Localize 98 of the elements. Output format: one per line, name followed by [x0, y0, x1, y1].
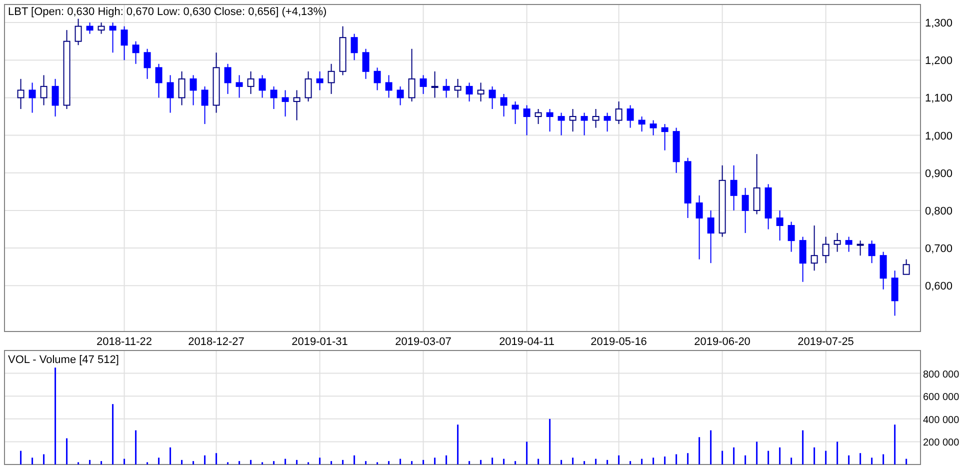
candlestick	[431, 70, 438, 98]
candlestick	[868, 240, 876, 264]
candlestick	[696, 194, 703, 260]
candlestick	[201, 86, 208, 125]
candlestick	[293, 90, 300, 121]
axis-label: 2019-03-07	[395, 336, 452, 346]
candlestick	[120, 26, 128, 61]
axis-label: 2018-12-27	[188, 336, 244, 346]
candlestick	[546, 108, 554, 132]
candlestick	[178, 70, 186, 106]
candlestick	[408, 48, 416, 102]
candlestick	[52, 78, 59, 117]
candlestick	[316, 70, 324, 91]
candlestick	[40, 74, 48, 106]
candlestick	[764, 184, 772, 230]
candlestick	[155, 63, 162, 98]
candlestick	[442, 78, 450, 98]
candlestick	[86, 22, 94, 34]
axis-label: 2019-06-20	[694, 336, 750, 346]
candlestick	[512, 100, 519, 125]
candlestick	[396, 86, 404, 106]
candlestick	[74, 18, 82, 46]
candlestick	[454, 78, 462, 98]
candlestick	[98, 22, 105, 34]
candlestick	[776, 210, 784, 242]
axis-label: 1,300	[925, 18, 953, 30]
candlestick	[615, 100, 622, 125]
candlestick	[902, 258, 910, 275]
chart-title: VOL - Volume [47 512]	[8, 354, 119, 366]
axis-label: 1,100	[925, 92, 953, 105]
candlestick	[420, 74, 427, 94]
axis-label: 2019-05-16	[590, 336, 647, 346]
candlestick	[672, 127, 680, 174]
candlestick	[845, 236, 852, 252]
axis-label: 1,200	[925, 55, 953, 68]
axis-label: 0,600	[925, 280, 953, 293]
candlestick	[362, 48, 370, 80]
candlestick	[730, 164, 738, 211]
candlestick	[247, 70, 254, 94]
candlestick	[258, 74, 266, 98]
axis-label: 800 000	[923, 369, 960, 380]
candlestick	[822, 236, 830, 264]
candlestick	[190, 74, 197, 106]
candlestick	[488, 86, 496, 110]
candlestick	[580, 112, 588, 136]
axis-label: 2019-07-25	[798, 336, 854, 346]
candlestick	[212, 52, 220, 114]
axis-label: 600 000	[923, 392, 960, 404]
candlestick	[650, 120, 657, 136]
axis-label: 2019-01-31	[292, 336, 348, 346]
candlestick	[604, 112, 611, 132]
candlestick	[270, 86, 278, 110]
axis-label: 2019-04-11	[499, 336, 555, 346]
candlestick	[500, 93, 508, 117]
axis-label: 0,700	[925, 243, 953, 256]
candlestick	[810, 225, 818, 272]
candlestick	[558, 112, 565, 136]
axis-label: 200 000	[923, 438, 960, 449]
axis-label: 400 000	[923, 414, 960, 426]
candlestick	[109, 22, 116, 54]
candlestick	[132, 40, 140, 64]
candlestick	[304, 70, 312, 102]
candlestick	[350, 33, 358, 61]
candlestick	[661, 124, 668, 151]
axis-label: 1,000	[925, 130, 953, 142]
candlestick	[28, 82, 36, 114]
candlestick	[339, 26, 346, 76]
candlestick	[282, 90, 289, 117]
candlestick	[799, 236, 806, 282]
candlestick	[788, 221, 795, 252]
candlestick	[880, 251, 887, 290]
candlestick	[891, 270, 898, 316]
axis-label: 0,900	[925, 168, 953, 180]
candlestick	[166, 74, 174, 114]
candlestick	[534, 108, 542, 125]
candlestick	[592, 108, 600, 128]
candlestick	[385, 74, 392, 98]
candlestick	[328, 63, 335, 94]
candlestick	[834, 232, 841, 252]
candlestick	[477, 82, 484, 102]
candlestick	[626, 104, 634, 128]
candlestick	[753, 154, 760, 215]
candlestick	[569, 108, 576, 132]
candlestick	[236, 74, 243, 98]
axis-label: 0,800	[925, 205, 953, 218]
candlestick	[466, 82, 473, 102]
candlestick	[856, 240, 864, 256]
candlestick	[374, 67, 381, 91]
chart-title: LBT [Open: 0,630 High: 0,670 Low: 0,630 Close: 0,656] (+4,13%)	[8, 6, 327, 18]
axis-label: 2018-11-22	[96, 336, 152, 346]
candlestick	[17, 78, 24, 110]
candlestick	[144, 48, 151, 80]
candlestick	[523, 104, 530, 136]
candlestick	[638, 116, 646, 132]
candlestick	[707, 210, 714, 264]
candlestick	[742, 187, 749, 234]
candlestick	[224, 63, 232, 94]
candlestick	[684, 157, 692, 218]
